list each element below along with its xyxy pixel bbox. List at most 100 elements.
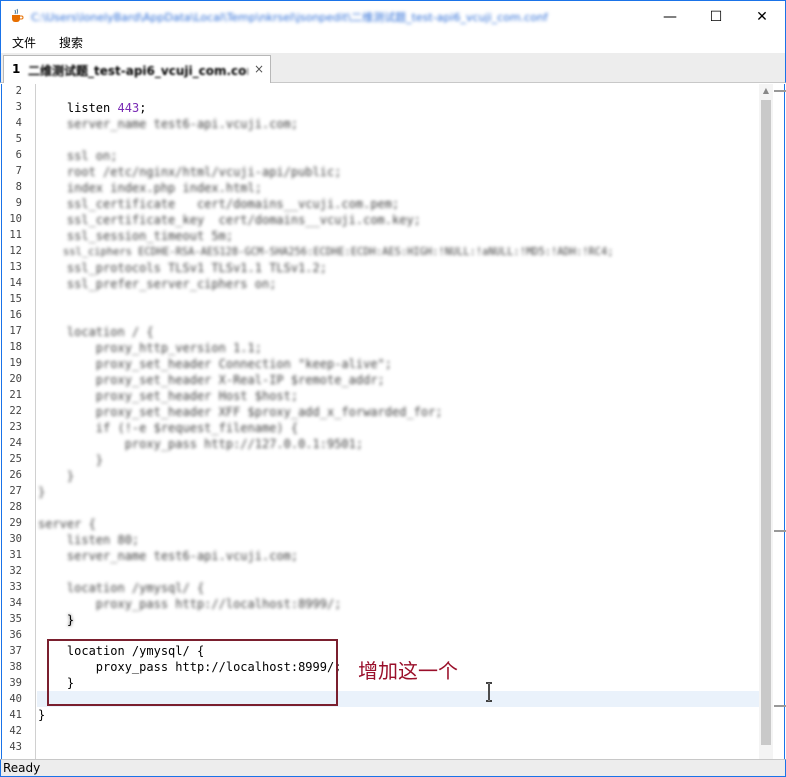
menu-bar: 文件 搜索 bbox=[0, 31, 786, 53]
code-line-33: location /ymysql/ { bbox=[38, 581, 205, 595]
java-cup-icon bbox=[12, 8, 24, 22]
code-line-14: ssl_prefer_server_ciphers on; bbox=[38, 277, 277, 291]
code-line-8: index index.php index.html; bbox=[38, 181, 262, 195]
listen-port: 443 bbox=[117, 101, 140, 115]
line-number: 27 bbox=[9, 485, 22, 497]
line-number: 16 bbox=[9, 309, 22, 321]
line-number: 38 bbox=[9, 661, 22, 673]
line-number: 17 bbox=[9, 325, 22, 337]
code-line-41: } bbox=[38, 708, 46, 722]
line-number: 39 bbox=[9, 677, 22, 689]
line-number: 26 bbox=[9, 469, 22, 481]
line-number: 33 bbox=[9, 581, 22, 593]
line-number: 5 bbox=[15, 133, 22, 145]
minimize-button[interactable]: — bbox=[647, 1, 693, 32]
line-number: 18 bbox=[9, 341, 22, 353]
line-number: 8 bbox=[15, 181, 22, 193]
tab-label: 二维测试题_test-api6_vcuji_com.conf bbox=[28, 64, 248, 78]
code-line-13: ssl_protocols TLSv1 TLSv1.1 TLSv1.2; bbox=[38, 261, 327, 275]
tab-number: 1 bbox=[12, 62, 21, 76]
code-line-12: ssl_ciphers ECDHE-RSA-AES128-GCM-SHA256:… bbox=[38, 246, 614, 258]
line-number: 10 bbox=[9, 213, 22, 225]
close-icon: ✕ bbox=[756, 8, 768, 25]
line-number: 35 bbox=[9, 613, 22, 625]
vertical-scrollbar[interactable]: ▲ bbox=[759, 84, 773, 759]
line-number: 43 bbox=[9, 741, 22, 753]
line-number: 11 bbox=[9, 229, 22, 241]
line-number-gutter: 2 3 4 5 6 7 8 9 10 11 12 13 14 15 16 17 18 19 20 21 22 23 24 25… bbox=[2, 84, 36, 759]
code-line-7: root /etc/nginx/html/vcuji-api/public; bbox=[38, 165, 342, 179]
line-number: 6 bbox=[15, 149, 22, 161]
line-number: 34 bbox=[9, 597, 22, 609]
line-number: 9 bbox=[15, 197, 22, 209]
line-number: 4 bbox=[15, 117, 22, 129]
line-number: 29 bbox=[9, 517, 22, 529]
line-number: 36 bbox=[9, 629, 22, 641]
code-line-6: ssl on; bbox=[38, 149, 118, 163]
code-line-4: server_name test6-api.vcuji.com; bbox=[38, 117, 299, 131]
line-number: 13 bbox=[9, 261, 22, 273]
code-line-10: ssl_certificate_key cert/domains__vcuji.… bbox=[38, 213, 421, 227]
line-number: 19 bbox=[9, 357, 22, 369]
line-number: 22 bbox=[9, 405, 22, 417]
listen-keyword: listen bbox=[66, 101, 111, 115]
line-number: 42 bbox=[9, 725, 22, 737]
code-line-9: ssl_certificate cert/domains__vcuji.com.… bbox=[38, 197, 400, 211]
maximize-icon: ☐ bbox=[709, 8, 723, 25]
code-line-36: } bbox=[38, 613, 75, 627]
code-line-26: } bbox=[38, 469, 75, 483]
code-line-25: } bbox=[38, 453, 104, 467]
code-line-21: proxy_set_header Host $host; bbox=[38, 389, 299, 403]
code-line-29: server { bbox=[38, 517, 96, 531]
code-line-27: } bbox=[38, 485, 46, 499]
line-number: 37 bbox=[9, 645, 22, 657]
code-line-11: ssl_session_timeout 5m; bbox=[38, 229, 234, 243]
code-line-24: proxy_pass http://127.0.0.1:9501; bbox=[38, 437, 364, 451]
line-number: 40 bbox=[9, 693, 22, 705]
line-number: 20 bbox=[9, 373, 22, 385]
scroll-up-icon[interactable]: ▲ bbox=[759, 84, 773, 98]
code-line-17: location / { bbox=[38, 325, 154, 339]
scroll-thumb[interactable] bbox=[761, 100, 771, 745]
line-number: 21 bbox=[9, 389, 22, 401]
title-bar: C:\Users\lonelyBard\AppData\Local\Temp\n… bbox=[0, 0, 786, 31]
status-bar: Ready bbox=[0, 759, 786, 777]
ruler-mark bbox=[774, 705, 786, 707]
code-line-20: proxy_set_header X-Real-IP $remote_addr; bbox=[38, 373, 385, 387]
line-number: 25 bbox=[9, 453, 22, 465]
code-line-23: if (!-e $request_filename) { bbox=[38, 421, 299, 435]
text-cursor-icon bbox=[486, 682, 492, 702]
tab-file[interactable]: 1 二维测试题_test-api6_vcuji_com.conf × bbox=[3, 55, 271, 83]
annotation-box bbox=[47, 639, 338, 706]
maximize-button[interactable]: ☐ bbox=[693, 1, 739, 32]
line-number: 3 bbox=[15, 101, 22, 113]
line-terminator: ; bbox=[139, 101, 147, 115]
code-line-22: proxy_set_header XFF $proxy_add_x_forwar… bbox=[38, 405, 443, 419]
minimize-icon: — bbox=[663, 8, 677, 25]
line-number: 7 bbox=[15, 165, 22, 177]
window-title: C:\Users\lonelyBard\AppData\Local\Temp\n… bbox=[31, 11, 548, 24]
code-line-18: proxy_http_version 1.1; bbox=[38, 341, 262, 355]
line-number: 14 bbox=[9, 277, 22, 289]
line-number: 23 bbox=[9, 421, 22, 433]
line-number: 32 bbox=[9, 565, 22, 577]
line-number: 12 bbox=[9, 245, 22, 257]
tab-strip: 1 二维测试题_test-api6_vcuji_com.conf × bbox=[0, 53, 786, 83]
line-number: 2 bbox=[15, 85, 22, 97]
annotation-text: 增加这一个 bbox=[358, 659, 458, 683]
menu-file[interactable]: 文件 bbox=[12, 34, 36, 51]
close-button[interactable]: ✕ bbox=[739, 1, 785, 32]
line-number: 24 bbox=[9, 437, 22, 449]
line-number: 28 bbox=[9, 501, 22, 513]
line-number: 30 bbox=[9, 533, 22, 545]
code-line-3: listen 443; bbox=[38, 100, 147, 116]
code-line-31: server_name test6-api.vcuji.com; bbox=[38, 549, 299, 563]
ruler-mark bbox=[774, 90, 786, 92]
line-number: 31 bbox=[9, 549, 22, 561]
code-line-34: proxy_pass http://localhost:8999/; bbox=[38, 597, 342, 611]
tab-close-icon[interactable]: × bbox=[254, 62, 264, 76]
line-number: 41 bbox=[9, 709, 22, 721]
menu-search[interactable]: 搜索 bbox=[59, 34, 83, 51]
code-line-19: proxy_set_header Connection "keep-alive"… bbox=[38, 357, 393, 371]
code-line-30: listen 80; bbox=[38, 533, 140, 547]
